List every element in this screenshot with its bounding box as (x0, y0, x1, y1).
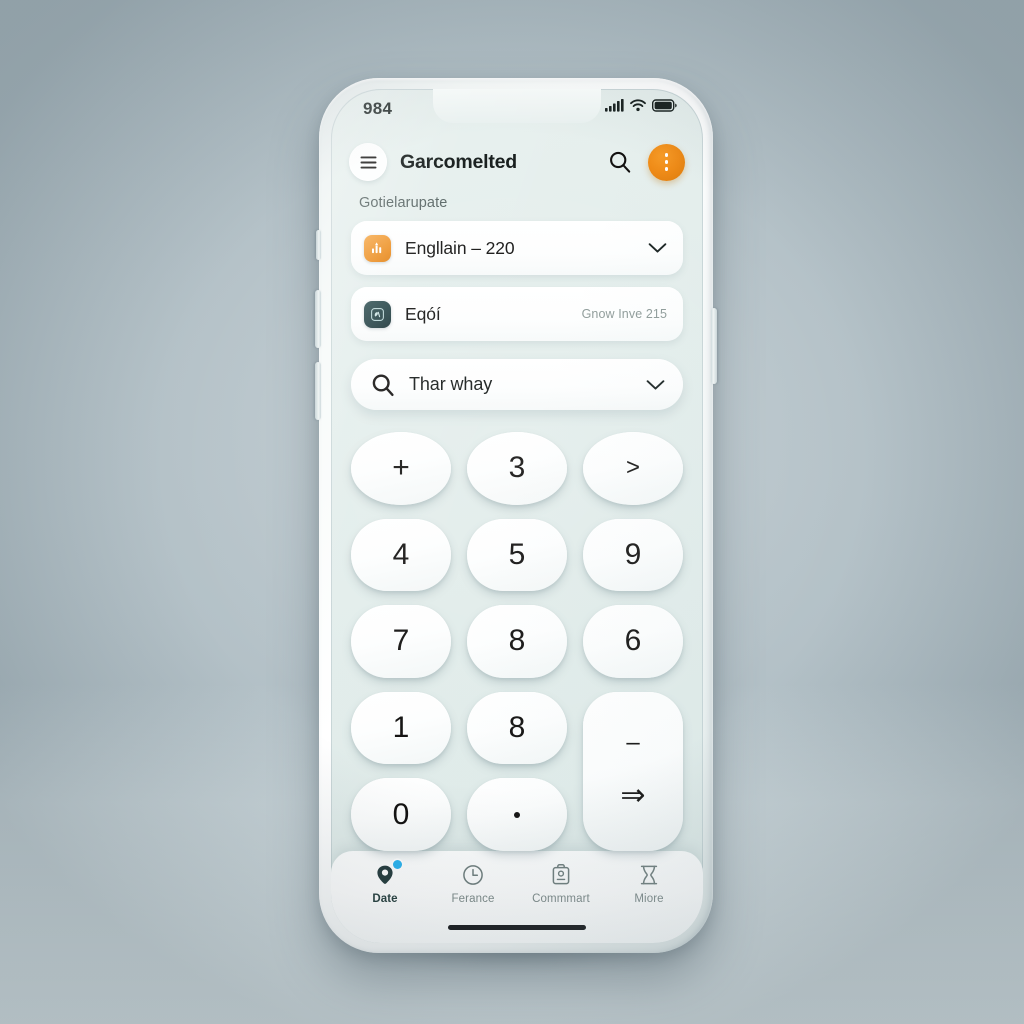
key-label: > (625, 454, 640, 482)
nav-badge-dot (393, 860, 402, 869)
key-4[interactable]: 4 (351, 518, 451, 592)
list-item[interactable]: Eqóí Gnow Inve 215 (351, 287, 683, 341)
list-item-label: Eqóí (405, 303, 441, 324)
chevron-down-icon[interactable] (646, 379, 665, 391)
nav-label: Ferance (451, 893, 495, 905)
key-label: 9 (624, 537, 642, 571)
hourglass-icon (636, 862, 662, 888)
key-label: 8 (508, 711, 526, 745)
chart-badge-icon (364, 234, 391, 262)
key-label: 8 (508, 624, 526, 658)
key-label: 0 (392, 797, 410, 831)
key-decimal[interactable] (467, 778, 567, 851)
key-minus-label: – (626, 729, 640, 757)
key-label: 7 (392, 624, 410, 658)
wifi-icon (630, 99, 646, 112)
nav-item-miore[interactable]: Miore (605, 862, 693, 905)
nav-label: Date (372, 893, 398, 905)
nav-label: Miore (634, 893, 664, 905)
clipboard-icon-glyph (552, 864, 570, 885)
battery-icon (652, 99, 677, 112)
more-vertical-icon-dot-3 (664, 167, 669, 171)
key-label: 4 (392, 537, 410, 571)
location-pin-filled-icon (372, 860, 402, 888)
key-label: 1 (392, 711, 410, 745)
nav-item-date[interactable]: Date (341, 860, 429, 905)
key-3[interactable]: 3 (467, 432, 567, 505)
chevron-down-icon[interactable] (648, 242, 667, 254)
status-bar: 984 (331, 89, 703, 131)
key-plus[interactable]: + (351, 432, 451, 505)
search-icon (372, 373, 394, 396)
signal-bars-icon (605, 99, 624, 112)
list-item-label: Engllain – 220 (405, 237, 515, 258)
key-enter-label: ⇒ (620, 779, 646, 813)
key-6[interactable]: 6 (583, 605, 683, 678)
chevron-down-icon-glyph (646, 379, 665, 390)
chevron-down-icon-glyph (648, 243, 667, 253)
app-tile-icon (364, 300, 391, 328)
volume-up-button[interactable] (315, 290, 321, 348)
key-7[interactable]: 7 (351, 605, 451, 678)
clock-icon-glyph (463, 865, 483, 885)
key-label: + (392, 451, 410, 485)
key-9[interactable]: 9 (583, 518, 683, 592)
list-rows: Engllain – 220 Eqóí Gnow Inve 215 (331, 221, 703, 341)
nav-item-commmart[interactable]: Commmart (517, 862, 605, 905)
status-icons (605, 99, 677, 112)
key-1[interactable]: 1 (351, 691, 451, 765)
key-5[interactable]: 5 (467, 518, 567, 592)
key-greater-than[interactable]: > (583, 432, 683, 505)
search-icon (610, 151, 631, 173)
key-8[interactable]: 8 (467, 605, 567, 678)
key-8-second[interactable]: 8 (467, 691, 567, 765)
page-title: Garcomelted (400, 150, 518, 173)
hamburger-menu-icon (360, 156, 376, 168)
scene: 9 8 4 Garcomelted Gotielarupate Engllain –… (0, 0, 1024, 1024)
key-label: 5 (508, 537, 526, 571)
key-decimal-dot (514, 811, 520, 818)
silent-switch[interactable] (316, 230, 321, 260)
key-label: 3 (508, 451, 526, 485)
more-vertical-icon-dot-1 (664, 153, 669, 157)
search-input[interactable]: Thar whay (409, 374, 632, 395)
phone-screen: 9 8 4 Garcomelted Gotielarupate Engllain –… (331, 89, 703, 943)
search-button[interactable] (605, 147, 635, 177)
keypad: + 3 > 4 5 9 7 8 6 1 8 – ⇒ 0 (351, 432, 683, 851)
key-label: 6 (624, 624, 642, 658)
app-tile-icon-glyph (371, 307, 384, 321)
chart-badge-icon-glyph (372, 241, 382, 253)
status-time: 984 (363, 99, 393, 118)
key-minus-enter[interactable]: – ⇒ (583, 691, 683, 851)
nav-item-ferance[interactable]: Ferance (429, 862, 517, 905)
section-label: Gotielarupate (359, 195, 448, 211)
phone-device: 9 8 4 Garcomelted Gotielarupate Engllain –… (315, 78, 717, 953)
power-button[interactable] (711, 308, 717, 384)
volume-down-button[interactable] (315, 362, 321, 420)
list-item-meta: Gnow Inve 215 (581, 307, 667, 321)
key-0[interactable]: 0 (351, 778, 451, 851)
list-item[interactable]: Engllain – 220 (351, 221, 683, 275)
menu-button[interactable] (349, 143, 387, 181)
clock-icon (460, 862, 486, 888)
home-indicator[interactable] (448, 925, 586, 930)
clipboard-icon (548, 862, 574, 888)
search-field[interactable]: Thar whay (351, 359, 683, 410)
overflow-menu-button[interactable] (648, 143, 685, 181)
app-bar: Garcomelted (331, 131, 703, 193)
hourglass-icon-glyph (640, 865, 658, 885)
more-vertical-icon-dot-2 (664, 160, 669, 164)
nav-label: Commmart (532, 893, 590, 905)
